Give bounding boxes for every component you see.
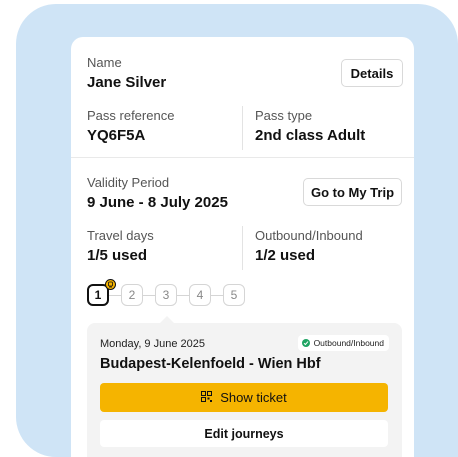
details-button[interactable]: Details xyxy=(341,59,403,87)
panel-pointer xyxy=(160,316,174,323)
journey-route: Budapest-Kelenfoeld - Wien Hbf xyxy=(100,356,321,372)
go-to-my-trip-button[interactable]: Go to My Trip xyxy=(303,178,402,206)
journey-type-badge: Outbound/Inbound xyxy=(297,335,389,351)
qr-code-icon xyxy=(201,390,213,405)
column-divider xyxy=(242,226,243,270)
outbound-inbound-label: Outbound/Inbound xyxy=(255,228,363,243)
day-step-5[interactable]: 5 xyxy=(223,284,245,306)
pass-card: Name Jane Silver Details Pass reference … xyxy=(71,37,414,457)
day-step-3[interactable]: 3 xyxy=(155,284,177,306)
check-circle-icon xyxy=(301,339,310,347)
travel-days-value: 1/5 used xyxy=(87,247,148,264)
journey-panel: Monday, 9 June 2025 Outbound/Inbound Bud… xyxy=(87,316,402,457)
journey-date: Monday, 9 June 2025 xyxy=(100,338,205,350)
pass-type-value: 2nd class Adult xyxy=(255,127,366,144)
day-step-2[interactable]: 2 xyxy=(121,284,143,306)
pass-reference-label: Pass reference xyxy=(87,108,175,123)
train-icon xyxy=(105,279,116,290)
name-label: Name xyxy=(87,55,122,70)
column-divider xyxy=(242,106,243,150)
pass-type-label: Pass type xyxy=(255,108,313,123)
travel-days-label: Travel days xyxy=(87,228,154,243)
section-divider xyxy=(71,157,414,158)
travel-day-stepper: 1 2 3 4 5 xyxy=(87,279,267,312)
pass-reference-value: YQ6F5A xyxy=(87,127,146,144)
step-connector xyxy=(109,295,121,296)
validity-value: 9 June - 8 July 2025 xyxy=(87,194,228,211)
name-value: Jane Silver xyxy=(87,74,167,91)
show-ticket-label: Show ticket xyxy=(220,390,287,405)
step-connector xyxy=(143,295,155,296)
step-connector xyxy=(177,295,189,296)
show-ticket-button[interactable]: Show ticket xyxy=(100,383,388,412)
day-step-4[interactable]: 4 xyxy=(189,284,211,306)
outbound-inbound-value: 1/2 used xyxy=(255,247,316,264)
step-connector xyxy=(211,295,223,296)
day-step-1[interactable]: 1 xyxy=(87,279,116,306)
journey-type-text: Outbound/Inbound xyxy=(313,338,384,348)
validity-label: Validity Period xyxy=(87,175,170,190)
edit-journeys-button[interactable]: Edit journeys xyxy=(100,420,388,447)
